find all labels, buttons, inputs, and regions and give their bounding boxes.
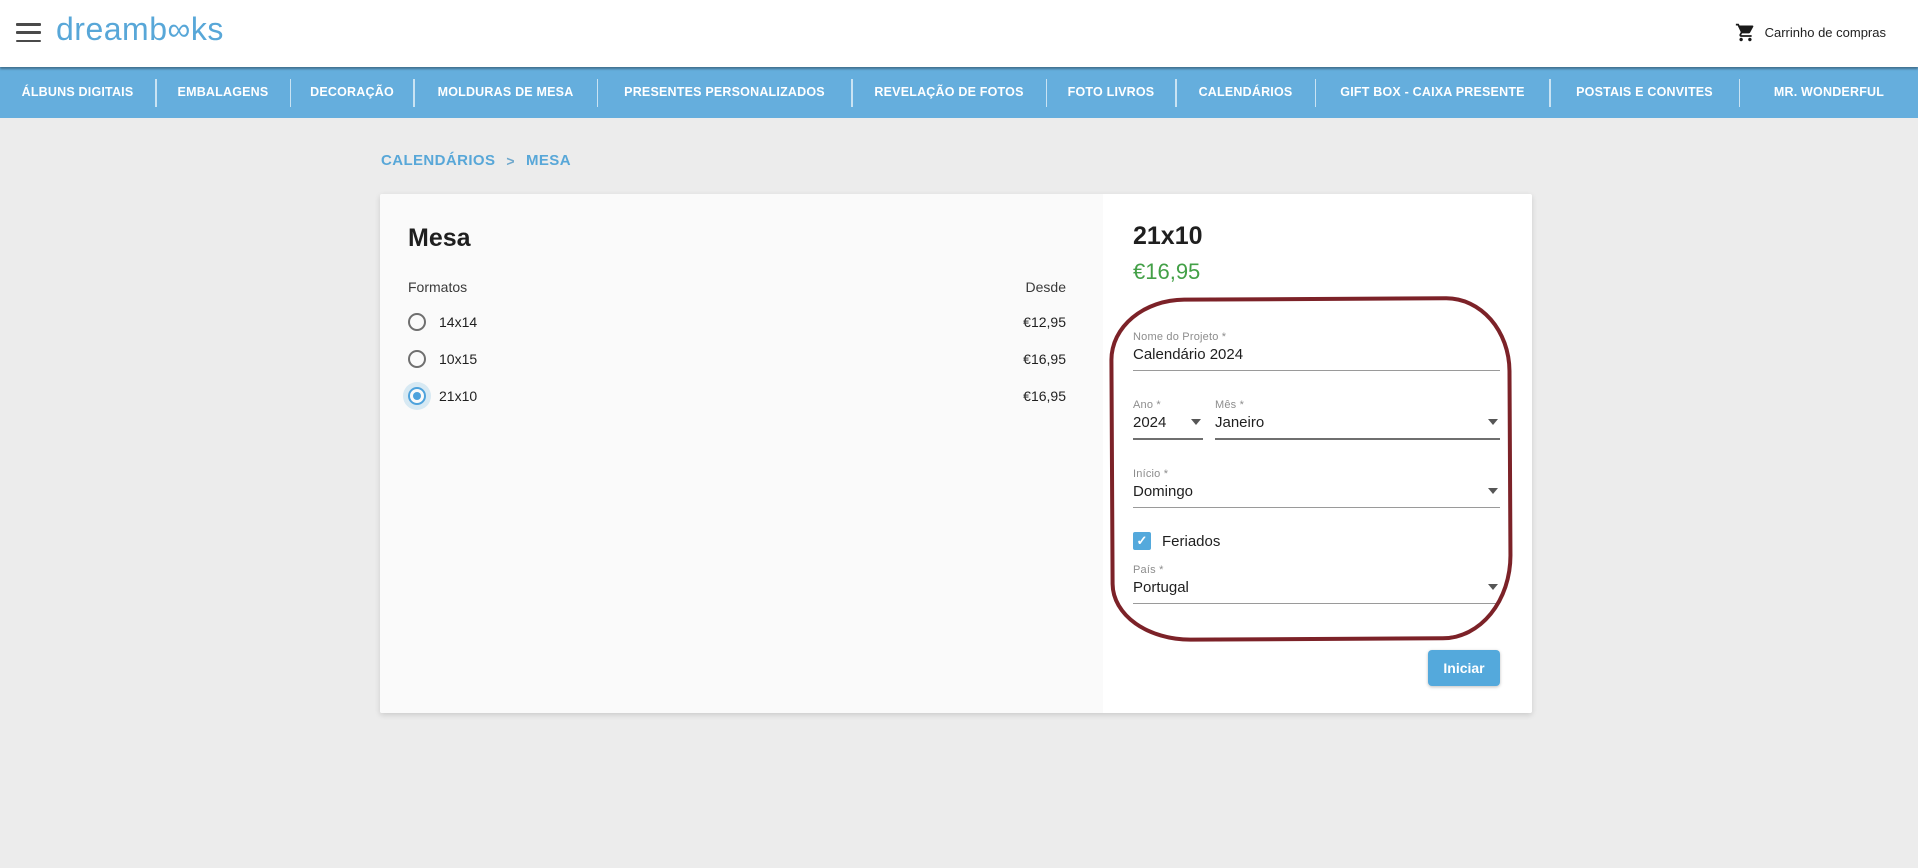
nav-item-molduras-de-mesa[interactable]: MOLDURAS DE MESA [415, 67, 597, 118]
formats-panel: Mesa Formatos Desde 14x14 €12,95 10x15 €… [380, 194, 1103, 713]
selected-format-price: €16,95 [1133, 259, 1500, 285]
checkbox-checked-icon[interactable] [1133, 532, 1151, 550]
breadcrumb-calendarios[interactable]: CALENDÁRIOS [381, 152, 495, 169]
holidays-label: Feriados [1162, 533, 1220, 550]
breadcrumb: CALENDÁRIOS > MESA [381, 152, 571, 169]
header: dreamb∞ks Carrinho de compras [0, 0, 1918, 67]
format-label: 10x15 [439, 351, 477, 367]
year-select[interactable]: 2024 [1133, 414, 1203, 440]
shopping-cart-icon [1735, 22, 1756, 43]
config-panel: 21x10 €16,95 Nome do Projeto * Calendári… [1103, 194, 1532, 713]
nav-item-albuns-digitais[interactable]: ÁLBUNS DIGITAIS [0, 67, 155, 118]
start-day-select[interactable]: Domingo [1133, 483, 1500, 508]
start-day-label: Início * [1133, 468, 1500, 480]
selected-format-title: 21x10 [1133, 222, 1500, 251]
format-price: €16,95 [1023, 388, 1066, 404]
cart-label: Carrinho de compras [1765, 25, 1886, 40]
chevron-down-icon [1191, 419, 1201, 425]
format-label: 14x14 [439, 314, 477, 330]
formats-column-header: Formatos [408, 279, 467, 295]
logo[interactable]: dreamb∞ks [56, 11, 224, 48]
format-option-10x15[interactable]: 10x15 €16,95 [408, 346, 1066, 372]
month-label: Mês * [1215, 399, 1500, 411]
chevron-down-icon [1488, 419, 1498, 425]
start-day-field[interactable]: Início * Domingo [1133, 468, 1500, 508]
year-label: Ano * [1133, 399, 1203, 411]
nav-item-postais-e-convites[interactable]: POSTAIS E CONVITES [1551, 67, 1739, 118]
country-field[interactable]: País * Portugal [1133, 564, 1500, 604]
format-price: €12,95 [1023, 314, 1066, 330]
nav-item-presentes-personalizados[interactable]: PRESENTES PERSONALIZADOS [598, 67, 851, 118]
breadcrumb-mesa[interactable]: MESA [526, 152, 571, 169]
chevron-down-icon [1488, 584, 1498, 590]
radio-checked-icon[interactable] [408, 387, 426, 405]
project-name-input[interactable]: Calendário 2024 [1133, 346, 1500, 371]
year-field[interactable]: Ano * 2024 [1133, 399, 1203, 440]
project-name-label: Nome do Projeto * [1133, 331, 1500, 343]
holidays-checkbox-row[interactable]: Feriados [1133, 532, 1500, 550]
nav-item-foto-livros[interactable]: FOTO LIVROS [1047, 67, 1175, 118]
format-label: 21x10 [439, 388, 477, 404]
nav-item-embalagens[interactable]: EMBALAGENS [157, 67, 290, 118]
format-price: €16,95 [1023, 351, 1066, 367]
project-name-field[interactable]: Nome do Projeto * Calendário 2024 [1133, 331, 1500, 371]
country-select[interactable]: Portugal [1133, 579, 1500, 604]
price-column-header: Desde [1026, 279, 1066, 295]
hamburger-menu-icon[interactable] [16, 23, 41, 42]
nav-item-decoracao[interactable]: DECORAÇÃO [291, 67, 413, 118]
radio-unchecked-icon[interactable] [408, 313, 426, 331]
breadcrumb-separator-icon: > [506, 153, 515, 169]
nav-item-mr-wonderful[interactable]: MR. WONDERFUL [1740, 67, 1918, 118]
page-title: Mesa [408, 224, 1066, 253]
country-label: País * [1133, 564, 1500, 576]
product-card: Mesa Formatos Desde 14x14 €12,95 10x15 €… [380, 194, 1532, 713]
nav-item-calendarios[interactable]: CALENDÁRIOS [1177, 67, 1315, 118]
month-field[interactable]: Mês * Janeiro [1215, 399, 1500, 440]
main-nav: ÁLBUNS DIGITAIS EMBALAGENS DECORAÇÃO MOL… [0, 67, 1918, 118]
format-option-21x10[interactable]: 21x10 €16,95 [408, 383, 1066, 409]
nav-item-gift-box[interactable]: GIFT BOX - CAIXA PRESENTE [1316, 67, 1549, 118]
nav-item-revelacao-de-fotos[interactable]: REVELAÇÃO DE FOTOS [853, 67, 1046, 118]
radio-unchecked-icon[interactable] [408, 350, 426, 368]
chevron-down-icon [1488, 488, 1498, 494]
cart-button[interactable]: Carrinho de compras [1735, 22, 1886, 43]
month-select[interactable]: Janeiro [1215, 414, 1500, 440]
start-button[interactable]: Iniciar [1428, 650, 1500, 686]
format-option-14x14[interactable]: 14x14 €12,95 [408, 309, 1066, 335]
